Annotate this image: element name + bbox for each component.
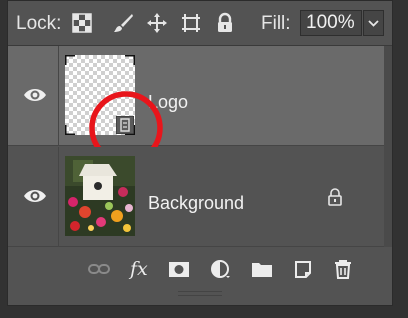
layer-row-logo[interactable]: Logo xyxy=(8,46,384,165)
layer-name-background[interactable]: Background xyxy=(148,193,244,214)
layers-panel: Lock: Fill: 100% Logo Background fx xyxy=(7,0,393,306)
visibility-eye-icon[interactable] xyxy=(22,84,48,106)
visibility-eye-icon[interactable] xyxy=(22,185,48,207)
chevron-down-icon xyxy=(368,20,379,27)
visibility-separator xyxy=(58,46,59,146)
lock-all-icon[interactable] xyxy=(213,11,237,35)
scrollbar-track[interactable] xyxy=(384,46,392,248)
lock-artboard-icon[interactable] xyxy=(179,11,203,35)
layer-row-background[interactable]: Background xyxy=(8,147,384,247)
fx-icon[interactable]: fx xyxy=(130,259,152,279)
lock-transparent-pixels-icon[interactable] xyxy=(70,11,94,35)
layers-list: Logo Background xyxy=(8,45,392,248)
bottom-toolbar: fx xyxy=(8,247,392,291)
link-layers-icon[interactable] xyxy=(88,259,110,279)
fill-label: Fill: xyxy=(261,13,291,34)
layer-thumbnail-background[interactable] xyxy=(65,156,135,236)
visibility-separator xyxy=(58,147,59,247)
birdhouse-flowers-photo xyxy=(65,156,135,236)
layer-lock-icon xyxy=(327,188,343,206)
panel-resize-grip[interactable] xyxy=(178,291,222,296)
layer-mask-icon[interactable] xyxy=(168,259,190,279)
lock-bar: Lock: Fill: 100% xyxy=(8,1,392,45)
new-group-icon[interactable] xyxy=(251,259,273,279)
lock-position-icon[interactable] xyxy=(145,11,169,35)
fill-input[interactable]: 100% xyxy=(300,10,362,36)
new-layer-icon[interactable] xyxy=(292,259,314,279)
adjustment-layer-icon[interactable] xyxy=(210,259,232,279)
lock-label: Lock: xyxy=(16,13,62,34)
fill-dropdown-button[interactable] xyxy=(363,10,384,36)
lock-image-pixels-icon[interactable] xyxy=(111,11,135,35)
delete-layer-icon[interactable] xyxy=(332,259,354,279)
